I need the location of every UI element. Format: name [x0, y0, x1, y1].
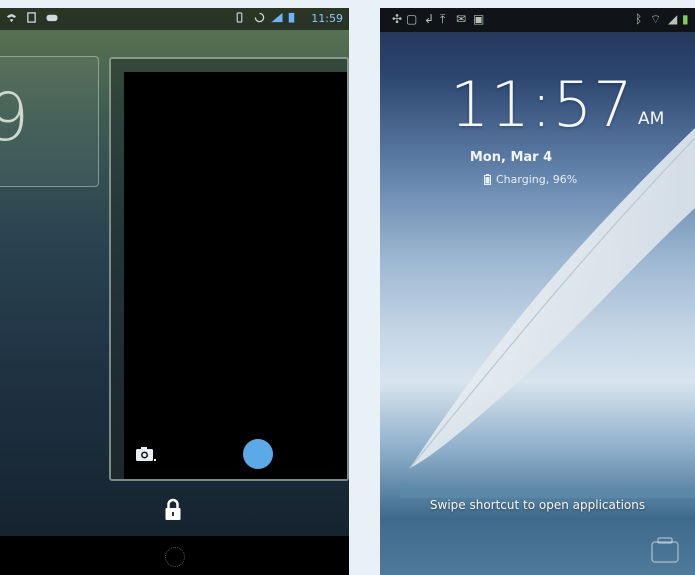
- media-icon: ▣: [473, 12, 485, 26]
- left-status-bar: 11:59: [0, 8, 349, 30]
- left-phone-lockscreen: 11:59 9: [0, 8, 349, 575]
- usb-icon: ✣: [392, 12, 403, 26]
- camera-icon[interactable]: [135, 446, 157, 462]
- charging-status: Charging, 96%: [484, 173, 577, 186]
- clock-ampm: AM: [638, 109, 665, 129]
- battery-charging-icon: [484, 174, 491, 185]
- shortcut-icon[interactable]: [650, 536, 680, 564]
- sd-card-icon: [27, 12, 36, 23]
- gamepad-icon: [46, 14, 58, 22]
- home-ring-icon: [165, 547, 185, 567]
- right-status-bar: ✣ ▢ ↲ ⤒ ✉ ▣ ᛒ ⌔ ◢ ▮: [380, 8, 695, 32]
- message-icon: ✉: [456, 12, 467, 26]
- navigation-bar: [0, 536, 349, 575]
- wifi-icon: [6, 14, 17, 23]
- signal-icon: ◢: [668, 12, 678, 26]
- lock-icon[interactable]: [164, 498, 182, 522]
- right-phone-lockscreen: ✣ ▢ ↲ ⤒ ✉ ▣ ᛒ ⌔ ◢ ▮ 11:57 AM Mon, Mar 4 …: [380, 8, 695, 575]
- camera-widget[interactable]: [109, 57, 349, 481]
- upload-icon: ⤒: [440, 12, 446, 26]
- battery-icon: [288, 12, 295, 23]
- wifi-icon: ⌔: [650, 12, 662, 26]
- sync-icon: [254, 12, 265, 23]
- vibrate-icon: [236, 12, 243, 23]
- charging-text: Charging, 96%: [496, 173, 578, 186]
- camera-shutter-button[interactable]: [243, 439, 273, 469]
- swipe-hint-text: Swipe shortcut to open applications: [429, 498, 646, 512]
- battery-icon: ▮: [682, 12, 689, 26]
- clock-widget-digit: 9: [0, 79, 29, 156]
- clock-widget[interactable]: 9: [0, 56, 99, 187]
- signal-icon: [271, 12, 283, 23]
- bluetooth-icon: ᛒ: [635, 12, 643, 26]
- notification-icon: ▢: [406, 12, 418, 26]
- camera-viewfinder: [124, 72, 347, 479]
- lockscreen-date: Mon, Mar 4: [469, 150, 553, 165]
- lockscreen-clock: 11:57: [450, 68, 634, 141]
- status-time: 11:59: [311, 12, 343, 25]
- missed-call-icon: ↲: [424, 12, 435, 26]
